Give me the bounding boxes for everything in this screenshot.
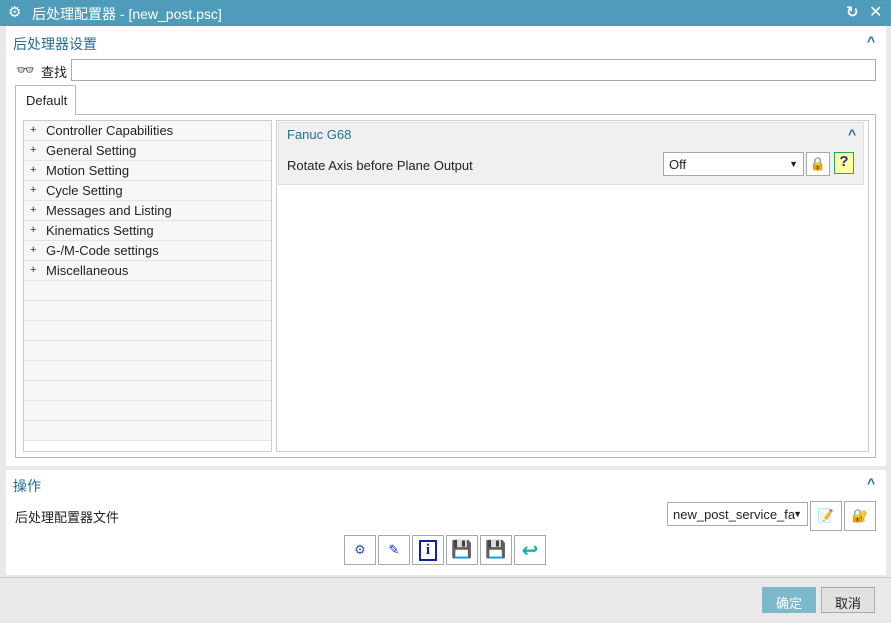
save-as-icon: 💾 <box>485 540 507 559</box>
collapse-group-icon[interactable]: ^ <box>848 126 856 142</box>
expand-icon[interactable]: + <box>30 244 36 256</box>
expand-icon[interactable]: + <box>30 204 36 216</box>
return-button[interactable]: ↩ <box>514 535 546 565</box>
tree-item-label: Cycle Setting <box>46 183 123 198</box>
tree-empty-row <box>24 321 271 341</box>
tree-empty-row <box>24 361 271 381</box>
save-icon: 💾 <box>451 540 473 559</box>
cancel-button[interactable]: 取消 <box>821 587 875 613</box>
tree-item[interactable]: + General Setting <box>24 141 271 161</box>
tree-empty-row <box>24 421 271 441</box>
ok-button[interactable]: 确定 <box>762 587 816 613</box>
chevron-down-icon: ▼ <box>793 509 802 519</box>
tab-default[interactable]: Default <box>15 85 76 115</box>
tree-item[interactable]: + Kinematics Setting <box>24 221 271 241</box>
search-label: 查找 <box>41 65 68 80</box>
edit-list-icon: 📝 <box>817 508 835 523</box>
tree-item[interactable]: + Cycle Setting <box>24 181 271 201</box>
save-as-button[interactable]: 💾 <box>480 535 512 565</box>
file-label: 后处理配置器文件 <box>15 510 120 525</box>
collapse-operations-icon[interactable]: ^ <box>867 475 875 491</box>
tree-item-label: General Setting <box>46 143 137 158</box>
dropdown-value: Off <box>669 157 687 172</box>
expand-icon[interactable]: + <box>30 164 36 176</box>
close-icon[interactable]: ✕ <box>869 2 882 22</box>
rotate-axis-label: Rotate Axis before Plane Output <box>287 158 473 173</box>
help-icon[interactable]: ? <box>834 152 854 174</box>
tree-empty-row <box>24 401 271 421</box>
tree-item-label: Kinematics Setting <box>46 223 154 238</box>
gear-icon[interactable]: ⚙ <box>8 3 21 21</box>
tree-item-label: Controller Capabilities <box>46 123 174 138</box>
tree-item-label: Miscellaneous <box>46 263 129 278</box>
rotate-axis-dropdown[interactable]: Off ▼ <box>663 152 804 176</box>
expand-icon[interactable]: + <box>30 124 36 136</box>
info-icon: i <box>418 539 438 561</box>
tree-item-label: G-/M-Code settings <box>46 243 159 258</box>
machine-tool-button[interactable]: ⚙ <box>344 535 376 565</box>
group-title: Fanuc G68 <box>287 127 352 142</box>
lock-list-icon: 🔐 <box>851 508 869 523</box>
settings-tree: + Controller Capabilities + General Setting… <box>23 120 272 452</box>
tree-item[interactable]: + Miscellaneous <box>24 261 271 281</box>
search-input[interactable] <box>71 59 876 81</box>
tree-item-label: Motion Setting <box>46 163 130 178</box>
tree-empty-row <box>24 301 271 321</box>
dropdown-value: new_post_service_fa <box>673 507 796 522</box>
tree-item[interactable]: + Messages and Listing <box>24 201 271 221</box>
machine-tool-icon: ⚙ <box>354 542 366 557</box>
lock-button[interactable]: 🔒 <box>806 152 830 176</box>
chevron-down-icon: ▼ <box>789 159 798 169</box>
settings-title: 后处理器设置 <box>13 36 97 52</box>
file-dropdown[interactable]: new_post_service_fa ▼ <box>667 502 808 526</box>
lock-file-button[interactable]: 🔐 <box>844 501 876 531</box>
group-fanuc-g68: Fanuc G68 ^ Rotate Axis before Plane Out… <box>278 122 864 185</box>
save-button[interactable]: 💾 <box>446 535 478 565</box>
lock-icon: 🔒 <box>809 156 827 171</box>
tree-item[interactable]: + Motion Setting <box>24 161 271 181</box>
expand-icon[interactable]: + <box>30 144 36 156</box>
collapse-settings-icon[interactable]: ^ <box>867 33 875 49</box>
tree-empty-row <box>24 281 271 301</box>
edit-file-button[interactable]: 📝 <box>810 501 842 531</box>
tree-empty-row <box>24 341 271 361</box>
binoculars-icon: 👓 <box>16 62 35 79</box>
info-button[interactable]: i <box>412 535 444 565</box>
edit-window-button[interactable]: ✎ <box>378 535 410 565</box>
expand-icon[interactable]: + <box>30 224 36 236</box>
tree-empty-row <box>24 381 271 401</box>
tree-item[interactable]: + G-/M-Code settings <box>24 241 271 261</box>
tree-item[interactable]: + Controller Capabilities <box>24 121 271 141</box>
expand-icon[interactable]: + <box>30 264 36 276</box>
operations-title: 操作 <box>13 478 41 494</box>
tree-item-label: Messages and Listing <box>46 203 172 218</box>
title-bar: ⚙ 后处理配置器 - [new_post.psc] ↻ ✕ <box>0 0 891 26</box>
edit-window-icon: ✎ <box>388 542 400 557</box>
dialog-footer <box>0 577 891 623</box>
return-arrow-icon: ↩ <box>521 539 539 562</box>
expand-icon[interactable]: + <box>30 184 36 196</box>
refresh-icon[interactable]: ↻ <box>846 3 859 21</box>
window-title: 后处理配置器 - [new_post.psc] <box>32 6 222 22</box>
